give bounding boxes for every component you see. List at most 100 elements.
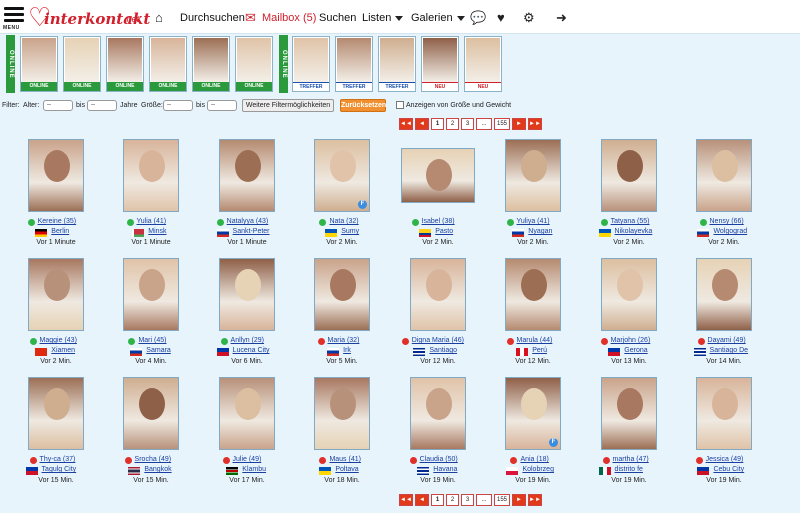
profile-name-link[interactable]: Natalyya (43) — [227, 218, 269, 225]
size-from-select[interactable]: -- — [163, 100, 193, 111]
gear-icon[interactable]: ⚙ — [523, 11, 535, 24]
profile-name-link[interactable]: Jessica (49) — [706, 456, 744, 463]
match-thumbnail[interactable]: TREFFER — [335, 36, 373, 92]
online-thumbnail[interactable]: ONLINE — [63, 36, 101, 92]
page-link[interactable]: 1 — [431, 494, 444, 506]
profile-photo[interactable] — [696, 258, 752, 331]
profile-photo[interactable] — [505, 258, 561, 331]
size-to-select[interactable]: -- — [207, 100, 237, 111]
profile-name-link[interactable]: Mari (45) — [138, 337, 166, 344]
prev-page-icon[interactable]: ◄ — [415, 118, 429, 130]
profile-city-link[interactable]: Sankt-Peter — [233, 228, 270, 235]
page-link[interactable]: 3 — [461, 494, 474, 506]
age-from-select[interactable]: -- — [43, 100, 73, 111]
profile-city-link[interactable]: Nyagan — [528, 228, 552, 235]
page-link[interactable]: ... — [476, 494, 492, 506]
profile-photo[interactable]: F — [505, 377, 561, 450]
mail-icon[interactable]: ✉ — [245, 11, 256, 24]
profile-photo[interactable] — [28, 377, 84, 450]
profile-name-link[interactable]: Julie (49) — [233, 456, 262, 463]
profile-photo[interactable] — [601, 258, 657, 331]
page-link[interactable]: 3 — [461, 118, 474, 130]
last-page-icon[interactable]: ►► — [528, 118, 542, 130]
menu-button[interactable]: MENU — [3, 7, 24, 31]
profile-photo[interactable] — [219, 139, 275, 212]
profile-photo[interactable] — [123, 139, 179, 212]
match-thumbnail[interactable]: NEU — [464, 36, 502, 92]
profile-name-link[interactable]: Kereine (35) — [38, 218, 77, 225]
chat-icon[interactable]: 💬 — [470, 11, 486, 24]
first-page-icon[interactable]: ◄◄ — [399, 494, 413, 506]
profile-photo[interactable] — [123, 377, 179, 450]
nav-listen[interactable]: Listen — [362, 12, 404, 24]
profile-city-link[interactable]: Poltava — [335, 466, 358, 473]
nav-durchsuchen[interactable]: Durchsuchen — [180, 12, 245, 24]
profile-city-link[interactable]: Pasto — [435, 228, 453, 235]
profile-photo[interactable] — [401, 148, 475, 203]
profile-name-link[interactable]: Claudia (50) — [420, 456, 458, 463]
profile-city-link[interactable]: Samara — [146, 347, 171, 354]
profile-name-link[interactable]: Dayami (49) — [708, 337, 746, 344]
reset-button[interactable]: Zurücksetzen — [340, 99, 386, 112]
profile-city-link[interactable]: Tagulg City — [42, 466, 77, 473]
more-filters-button[interactable]: Weitere Filtermöglichkeiten — [242, 99, 334, 112]
profile-name-link[interactable]: Ania (18) — [520, 456, 548, 463]
nav-mailbox[interactable]: Mailbox (5) — [262, 12, 316, 24]
profile-name-link[interactable]: Marula (44) — [517, 337, 553, 344]
page-link[interactable]: 155 — [494, 118, 510, 130]
profile-photo[interactable] — [219, 377, 275, 450]
logout-icon[interactable]: ➜ — [556, 11, 567, 24]
profile-city-link[interactable]: Perú — [532, 347, 547, 354]
nav-galerien[interactable]: Galerien — [411, 12, 465, 24]
profile-name-link[interactable]: Nata (32) — [329, 218, 358, 225]
profile-name-link[interactable]: Tatyana (55) — [611, 218, 650, 225]
profile-name-link[interactable]: Isabel (38) — [422, 218, 455, 225]
profile-photo[interactable] — [123, 258, 179, 331]
profile-city-link[interactable]: Nikolayevka — [615, 228, 653, 235]
online-thumbnail[interactable]: ONLINE — [106, 36, 144, 92]
profile-city-link[interactable]: Xiamen — [51, 347, 75, 354]
profile-name-link[interactable]: Anllyn (29) — [231, 337, 264, 344]
profile-photo[interactable] — [314, 377, 370, 450]
online-thumbnail[interactable]: ONLINE — [20, 36, 58, 92]
profile-city-link[interactable]: Kolobrzeg — [522, 466, 554, 473]
profile-name-link[interactable]: Maggie (43) — [40, 337, 77, 344]
match-thumbnail[interactable]: NEU — [421, 36, 459, 92]
profile-name-link[interactable]: Yulia (41) — [137, 218, 167, 225]
page-link[interactable]: 1 — [431, 118, 444, 130]
profile-name-link[interactable]: Yuliya (41) — [517, 218, 550, 225]
profile-name-link[interactable]: Marjohn (26) — [611, 337, 651, 344]
match-thumbnail[interactable]: TREFFER — [378, 36, 416, 92]
profile-city-link[interactable]: Bangkok — [144, 466, 171, 473]
profile-city-link[interactable]: Sumy — [341, 228, 359, 235]
profile-city-link[interactable]: Klambu — [242, 466, 266, 473]
next-page-icon[interactable]: ► — [512, 118, 526, 130]
profile-city-link[interactable]: Wolgograd — [713, 228, 747, 235]
profile-city-link[interactable]: Cebu City — [713, 466, 744, 473]
profile-city-link[interactable]: Gerona — [624, 347, 647, 354]
prev-page-icon[interactable]: ◄ — [415, 494, 429, 506]
profile-photo[interactable] — [28, 139, 84, 212]
profile-photo[interactable] — [314, 258, 370, 331]
first-page-icon[interactable]: ◄◄ — [399, 118, 413, 130]
next-page-icon[interactable]: ► — [512, 494, 526, 506]
match-thumbnail[interactable]: TREFFER — [292, 36, 330, 92]
profile-name-link[interactable]: martha (47) — [613, 456, 649, 463]
profile-photo[interactable]: F — [314, 139, 370, 212]
profile-city-link[interactable]: Berlin — [51, 228, 69, 235]
last-page-icon[interactable]: ►► — [528, 494, 542, 506]
profile-photo[interactable] — [601, 377, 657, 450]
profile-photo[interactable] — [410, 258, 466, 331]
heart-pulse-icon[interactable]: ♥ — [497, 11, 505, 24]
online-thumbnail[interactable]: ONLINE — [235, 36, 273, 92]
profile-photo[interactable] — [505, 139, 561, 212]
profile-city-link[interactable]: Irk — [343, 347, 351, 354]
profile-photo[interactable] — [219, 258, 275, 331]
age-to-select[interactable]: -- — [87, 100, 117, 111]
profile-city-link[interactable]: Minsk — [148, 228, 166, 235]
profile-city-link[interactable]: Santiago De — [710, 347, 749, 354]
profile-name-link[interactable]: Maus (41) — [329, 456, 361, 463]
page-link[interactable]: 2 — [446, 494, 459, 506]
page-link[interactable]: ... — [476, 118, 492, 130]
profile-photo[interactable] — [696, 377, 752, 450]
